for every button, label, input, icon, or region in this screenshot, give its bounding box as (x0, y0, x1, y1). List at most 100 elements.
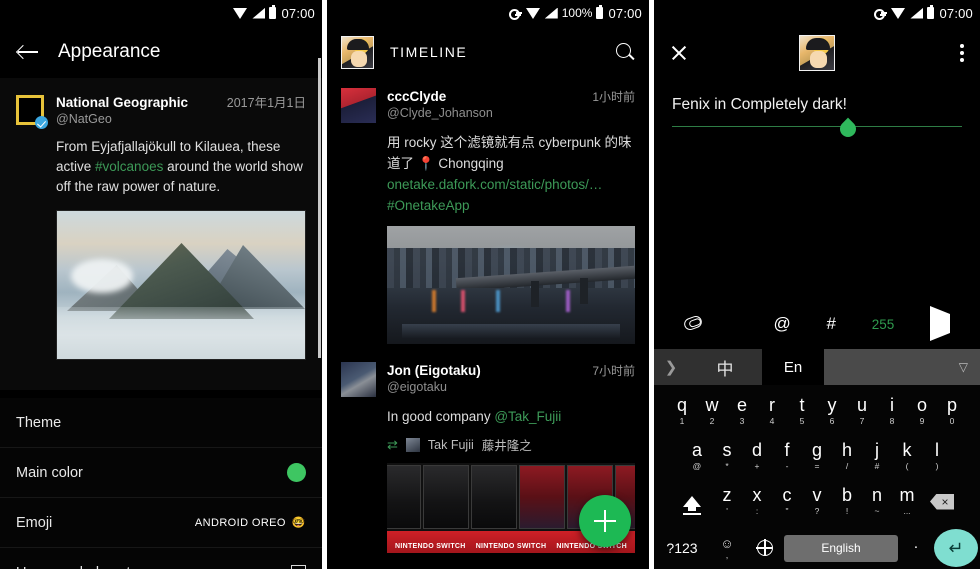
status-time: 07:00 (939, 5, 973, 21)
key-r[interactable]: r4 (757, 391, 787, 433)
timeline-title: TIMELINE (390, 44, 468, 60)
close-icon[interactable] (670, 44, 688, 62)
enter-icon[interactable]: ↵ (934, 529, 978, 567)
key-l[interactable]: l) (922, 436, 952, 478)
setting-row-rounded-avatars[interactable]: Use rounded avatars (0, 548, 322, 569)
key-sublabel: ... (903, 506, 911, 516)
main-color-swatch[interactable] (287, 463, 306, 482)
key-h[interactable]: h / (832, 436, 862, 478)
key-b[interactable]: b! (832, 481, 862, 523)
tweet-url[interactable]: onetake.dafork.com/static/photos/… (387, 177, 602, 192)
compose-area[interactable]: Fenix in Completely dark! (654, 80, 980, 141)
key-label: m (899, 485, 915, 505)
ime-chinese-button[interactable]: 中 (688, 349, 762, 385)
key-g[interactable]: g = (802, 436, 832, 478)
jon-avatar[interactable] (341, 362, 376, 397)
key-sublabel: / (845, 461, 849, 471)
key-label: v (812, 485, 822, 505)
hashtag-button[interactable]: # (827, 314, 836, 334)
key-m[interactable]: m... (892, 481, 922, 523)
key-sublabel: 4 (769, 416, 775, 426)
period-key[interactable]: . (898, 535, 934, 562)
key-a[interactable]: a @ (682, 436, 712, 478)
key-s[interactable]: s * (712, 436, 742, 478)
key-sublabel: ! (845, 506, 849, 516)
vpn-key-icon (508, 8, 522, 20)
setting-row-main-color[interactable]: Main color (0, 448, 322, 498)
compose-app-bar (654, 26, 980, 80)
key-x[interactable]: x: (742, 481, 772, 523)
character-counter: 255 (871, 316, 895, 332)
compose-input[interactable]: Fenix in Completely dark! (672, 96, 962, 114)
tweet-item-1[interactable]: cccClyde 1小时前 @Clyde_Johanson 用 rocky 这个… (327, 78, 649, 344)
key-label: s (722, 440, 732, 460)
preview-tweet-header: National Geographic 2017年1月1日 @NatGeo (16, 92, 306, 129)
key-c[interactable]: c " (772, 481, 802, 523)
user-avatar[interactable] (341, 35, 374, 69)
key-n[interactable]: n ~ (862, 481, 892, 523)
key-f[interactable]: f- (772, 436, 802, 478)
chevron-down-icon[interactable]: ▽ (959, 360, 968, 374)
emoji-key[interactable]: ☺ , (708, 537, 746, 560)
key-i[interactable]: i8 (877, 391, 907, 433)
user-avatar[interactable] (799, 35, 835, 71)
text-cursor-handle[interactable] (836, 117, 860, 141)
ime-suggestion-strip[interactable]: ▽ (824, 349, 980, 385)
key-k[interactable]: k( (892, 436, 922, 478)
preview-hashtag[interactable]: #volcanoes (95, 159, 163, 174)
vertical-scrollbar[interactable] (318, 58, 321, 358)
setting-row-theme[interactable]: Theme (0, 398, 322, 448)
tweet-meta: Jon (Eigotaku) 7小时前 @eigotaku (387, 362, 635, 397)
new-tweet-fab[interactable] (579, 495, 631, 547)
key-e[interactable]: e3 (727, 391, 757, 433)
tweet-mention[interactable]: @Tak_Fujii (494, 409, 561, 424)
send-icon[interactable] (930, 306, 951, 341)
preview-volcano-photo[interactable] (56, 210, 306, 360)
chevron-right-icon[interactable]: ❯ (654, 349, 688, 385)
key-label: i (890, 395, 894, 415)
backspace-icon[interactable] (922, 493, 962, 510)
preview-date: 2017年1月1日 (226, 96, 306, 110)
key-sublabel: 8 (889, 416, 895, 426)
search-icon[interactable] (615, 42, 635, 62)
key-v[interactable]: v? (802, 481, 832, 523)
ime-english-button[interactable]: En (762, 349, 824, 385)
key-label: l (935, 440, 939, 460)
game-box-3 (471, 465, 517, 529)
battery-icon (927, 5, 935, 19)
tweet-timestamp: 7小时前 (592, 364, 635, 378)
key-o[interactable]: o9 (907, 391, 937, 433)
symbols-key[interactable]: ?123 (656, 540, 708, 556)
spacebar[interactable]: English (784, 534, 898, 562)
key-y[interactable]: y6 (817, 391, 847, 433)
tak-fujii-avatar (405, 437, 420, 452)
rounded-avatars-checkbox[interactable] (291, 565, 306, 569)
cat-avatar[interactable] (341, 88, 376, 123)
key-j[interactable]: j # (862, 436, 892, 478)
back-arrow-icon[interactable] (18, 44, 38, 60)
key-q[interactable]: q1 (667, 391, 697, 433)
shift-icon[interactable] (672, 496, 712, 515)
key-label: h (841, 440, 852, 460)
setting-row-emoji[interactable]: Emoji ANDROID OREO 🤓 (0, 498, 322, 548)
emoji-key-sublabel: , (725, 549, 729, 560)
paperclip-icon[interactable] (682, 314, 704, 334)
key-w[interactable]: w2 (697, 391, 727, 433)
key-d[interactable]: d + (742, 436, 772, 478)
key-t[interactable]: t5 (787, 391, 817, 433)
key-u[interactable]: u7 (847, 391, 877, 433)
key-label: g (811, 440, 822, 460)
globe-icon[interactable] (746, 539, 784, 556)
key-p[interactable]: p0 (937, 391, 967, 433)
retweet-name: Tak Fujii (427, 437, 474, 452)
tweet-hashtag[interactable]: #OnetakeApp (387, 198, 470, 213)
keyboard-row-1: q1 w2 e3 r4 t5 y6 u7 i8 o9 p0 (656, 389, 978, 434)
more-vert-icon[interactable] (960, 44, 964, 62)
tweet-photo-chongqing[interactable] (387, 226, 635, 344)
compose-toolbar: @ # 255 (654, 304, 980, 344)
app-bar: TIMELINE (327, 26, 649, 78)
vpn-key-icon (874, 8, 888, 20)
mention-button[interactable]: @ (773, 314, 790, 334)
emoji-key-label: ☺ (720, 535, 734, 551)
key-z[interactable]: z ' (712, 481, 742, 523)
